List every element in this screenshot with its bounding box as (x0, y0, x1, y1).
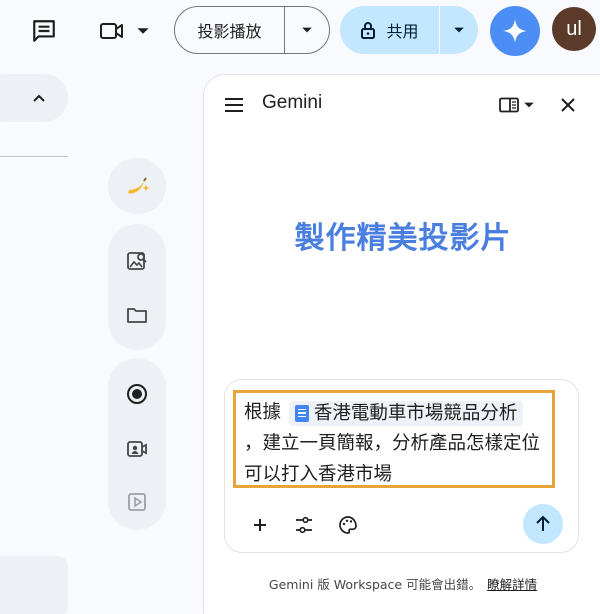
top-toolbar: 投影播放 共用 ul (0, 0, 600, 62)
divider (0, 156, 68, 157)
chevron-down-icon (454, 27, 464, 33)
file-chip[interactable]: 香港電動車市場競品分析 (288, 400, 524, 426)
folder-icon (127, 308, 147, 323)
prompt-composer: 根據 香港電動車市場競品分析 ，建立一頁簡報，分析產品怎樣定位可以打入香港市場 (224, 379, 579, 553)
panel-layout-button[interactable] (492, 91, 542, 119)
left-panel-item (0, 556, 68, 614)
comment-icon (33, 20, 55, 42)
close-button[interactable] (554, 91, 582, 119)
tune-icon (296, 516, 312, 534)
add-button[interactable] (243, 508, 277, 542)
camera-icon (127, 441, 147, 457)
style-button[interactable] (331, 508, 365, 542)
share-button[interactable]: 共用 (340, 6, 440, 54)
arrow-up-icon (536, 515, 550, 531)
chevron-down-icon (137, 28, 149, 34)
camera-button[interactable] (108, 429, 166, 469)
share-label: 共用 (386, 22, 419, 41)
hamburger-menu-icon (225, 98, 243, 112)
disclaimer-text: Gemini 版 Workspace 可能會出錯。 (268, 577, 482, 592)
comment-button[interactable] (26, 13, 62, 49)
send-button[interactable] (523, 504, 563, 544)
video-camera-icon (100, 23, 123, 39)
video-slide-button[interactable] (108, 482, 166, 522)
gemini-panel: Gemini 製作精美投影片 根據 香港電動車市場競品分析 ，建立一頁簡報，分析… (203, 74, 600, 614)
palette-icon (339, 516, 357, 534)
image-search-icon (127, 252, 147, 270)
record-icon (127, 384, 147, 404)
record-button[interactable] (108, 374, 166, 414)
lock-icon (361, 22, 376, 39)
rail-group-middle (108, 224, 166, 350)
learn-more-link[interactable]: 瞭解詳情 (487, 577, 537, 592)
panel-header: Gemini (204, 75, 600, 133)
close-icon (561, 98, 575, 112)
tools-button[interactable] (287, 508, 321, 542)
nano-banana-button[interactable] (108, 166, 166, 206)
prompt-suffix: ，建立一頁簡報，分析產品怎樣定位可以打入香港市場 (244, 433, 541, 485)
gemini-button[interactable] (490, 6, 540, 56)
rail-group-top (108, 158, 166, 214)
meet-button[interactable] (94, 13, 154, 49)
prompt-prefix: 根據 (244, 402, 282, 423)
gemini-sparkle-icon (503, 19, 527, 43)
file-chip-label: 香港電動車市場競品分析 (313, 402, 518, 424)
slideshow-button[interactable]: 投影播放 (175, 7, 285, 53)
avatar[interactable]: ul (552, 7, 596, 51)
nano-banana-icon (128, 177, 149, 194)
image-search-button[interactable] (108, 241, 166, 281)
composer-actions (225, 504, 578, 544)
panel-title: Gemini (262, 92, 323, 113)
doc-icon (294, 404, 309, 422)
collapse-button[interactable] (0, 74, 68, 122)
prompt-input[interactable]: 根據 香港電動車市場競品分析 ，建立一頁簡報，分析產品怎樣定位可以打入香港市場 (233, 390, 555, 488)
video-slide-icon (128, 493, 146, 511)
disclaimer: Gemini 版 Workspace 可能會出錯。 瞭解詳情 (204, 574, 600, 593)
plus-icon (254, 519, 266, 531)
rail-group-bottom (108, 358, 166, 530)
menu-button[interactable] (220, 91, 248, 119)
hero-heading: 製作精美投影片 (294, 221, 512, 256)
folder-button[interactable] (108, 295, 166, 335)
slideshow-button-group: 投影播放 (174, 6, 330, 54)
side-panel-icon (499, 97, 519, 113)
chevron-down-icon (302, 27, 312, 33)
share-button-group: 共用 (340, 6, 478, 54)
chevron-up-icon (33, 94, 45, 102)
chevron-down-icon (524, 102, 534, 108)
share-dropdown[interactable] (440, 6, 478, 54)
slideshow-dropdown[interactable] (285, 7, 329, 53)
